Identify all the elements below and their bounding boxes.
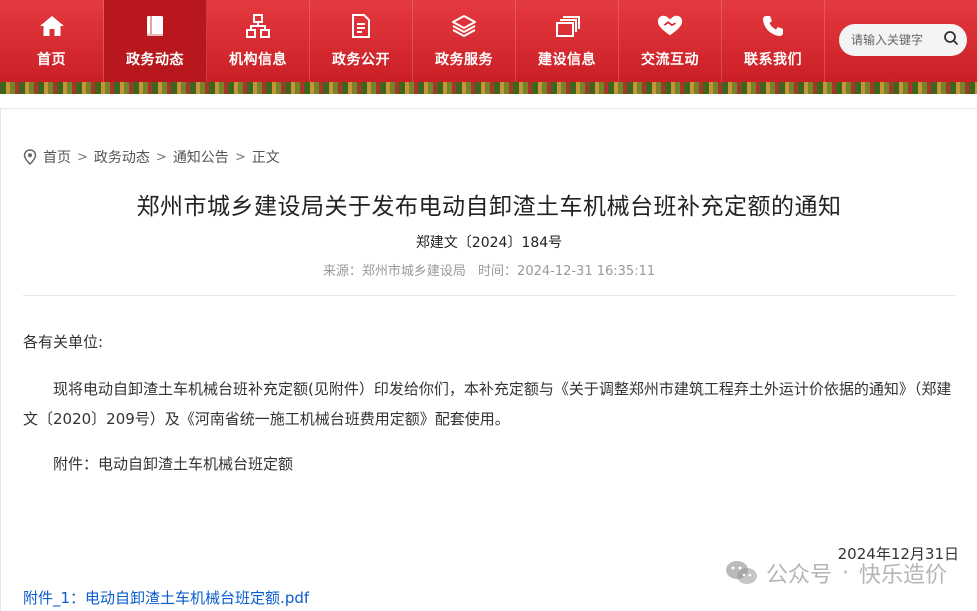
nav-item-construction[interactable]: 建设信息: [516, 0, 619, 82]
nav-item-label: 建设信息: [538, 52, 596, 68]
breadcrumb-separator: >: [234, 149, 246, 165]
book-icon: [142, 13, 168, 39]
watermark-dot: ·: [841, 560, 849, 586]
nav-item-label: 首页: [37, 52, 66, 68]
attachment-note: 附件：电动自卸渣土车机械台班定额: [53, 455, 294, 473]
source-label: 来源：: [322, 264, 362, 279]
breadcrumb-current: 正文: [251, 150, 280, 166]
nav-item-org[interactable]: 机构信息: [207, 0, 310, 82]
time-value: 2024-12-31 16:35:11: [517, 264, 656, 279]
article-title: 郑州市城乡建设局关于发布电动自卸渣土车机械台班补充定额的通知: [136, 194, 842, 220]
search-input[interactable]: [849, 32, 943, 48]
nav-item-services[interactable]: 政务服务: [413, 0, 516, 82]
org-chart-icon: [245, 13, 271, 39]
header-foliage-strip: [0, 82, 977, 94]
nav-item-label: 政务公开: [332, 52, 390, 68]
handshake-heart-icon: [657, 13, 683, 39]
wechat-icon: [725, 561, 757, 584]
layers-icon: [451, 13, 477, 39]
breadcrumb-news[interactable]: 政务动态: [94, 147, 150, 167]
document-date: 2024年12月31日: [837, 545, 959, 563]
breadcrumb-notices[interactable]: 通知公告: [173, 147, 229, 167]
body-paragraph: 现将电动自卸渣土车机械台班补充定额(见附件）印发给你们，本补充定额与《关于调整郑…: [23, 380, 952, 428]
document-number: 郑建文〔2024〕184号: [415, 235, 563, 251]
nav-item-news[interactable]: 政务动态: [104, 0, 207, 82]
source-value: 郑州市城乡建设局: [361, 264, 466, 279]
breadcrumb-separator: >: [77, 149, 88, 165]
breadcrumb-separator: >: [155, 149, 167, 165]
nav-item-label: 机构信息: [229, 52, 287, 68]
home-icon: [39, 13, 65, 39]
nav-item-contact[interactable]: 联系我们: [722, 0, 825, 82]
time-label: 时间：: [478, 264, 518, 279]
location-pin-icon: [23, 149, 37, 165]
breadcrumb-home[interactable]: 首页: [43, 147, 71, 167]
salutation: 各有关单位:: [23, 333, 104, 351]
attachment-download-link[interactable]: 附件_1：电动自卸渣土车机械台班定额.pdf: [23, 587, 309, 608]
phone-icon: [760, 13, 786, 39]
article-meta: 来源：郑州市城乡建设局 时间：2024-12-31 16:35:11: [1, 260, 977, 279]
nav-item-home[interactable]: 首页: [0, 0, 104, 82]
nav-item-label: 政务动态: [126, 52, 184, 68]
nav-item-label: 政务服务: [435, 52, 493, 68]
search-icon[interactable]: [943, 30, 959, 50]
title-divider: [23, 295, 955, 296]
nav-item-interaction[interactable]: 交流互动: [619, 0, 722, 82]
main-nav: 首页 政务动态 机构信息 政务公开 政务服务 建设信息 交流互动 联系我们: [0, 0, 825, 82]
stack-icon: [554, 13, 580, 39]
breadcrumb: 首页 > 政务动态 > 通知公告 > 正文: [23, 147, 280, 167]
nav-item-public[interactable]: 政务公开: [310, 0, 413, 82]
document-icon: [348, 13, 374, 39]
article-panel: 首页 > 政务动态 > 通知公告 > 正文 郑州市城乡建设局关于发布电动自卸渣土…: [0, 108, 977, 611]
nav-item-label: 交流互动: [641, 52, 699, 68]
header: 首页 政务动态 机构信息 政务公开 政务服务 建设信息 交流互动 联系我们 请输…: [0, 0, 977, 94]
search-box: [839, 24, 967, 56]
nav-item-label: 联系我们: [744, 52, 802, 68]
watermark-left: 公众号: [765, 563, 832, 588]
